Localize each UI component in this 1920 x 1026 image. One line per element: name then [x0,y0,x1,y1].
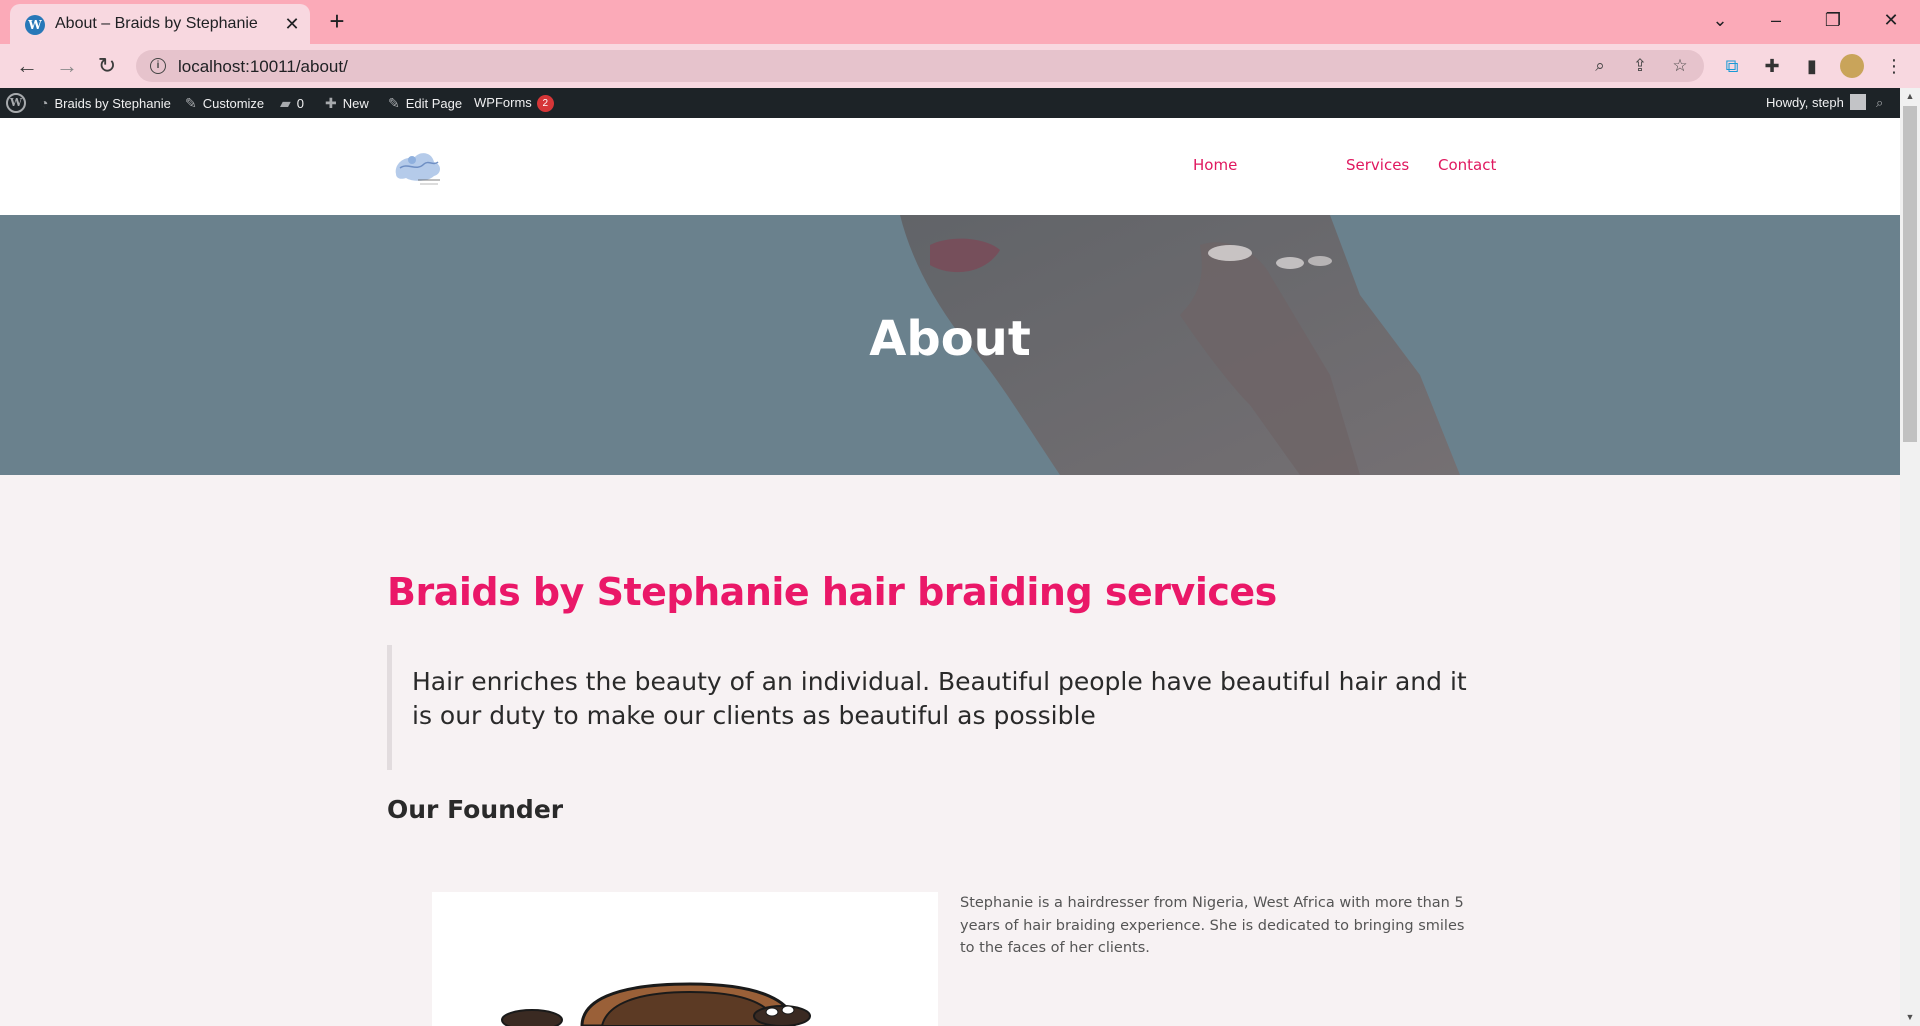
admin-bar-comments[interactable]: ▰ 0 [280,88,304,118]
wordpress-logo-icon[interactable]: W [6,93,26,113]
quote-text: Hair enriches the beauty of an individua… [412,667,1467,730]
admin-bar-wpforms[interactable]: WPForms 2 [474,88,554,118]
side-panel-icon[interactable]: ▮ [1800,54,1824,78]
browser-tab[interactable]: W About – Braids by Stephanie ✕ [10,4,310,44]
scroll-down-arrow-icon[interactable]: ▼ [1900,1009,1920,1026]
scrollbar-thumb[interactable] [1903,106,1917,442]
extensions-puzzle-icon[interactable]: ✚ [1760,54,1784,78]
zoom-icon[interactable]: ⌕ [1588,54,1612,78]
comment-icon: ▰ [280,95,291,111]
back-icon[interactable]: ← [13,52,41,80]
admin-bar-account[interactable]: Howdy, steph [1766,88,1866,118]
nav-contact[interactable]: Contact [1438,156,1496,174]
translate-extension-icon[interactable]: ⧉ [1720,54,1744,78]
user-avatar [1849,94,1866,110]
pencil-icon: ✎ [388,95,400,111]
main-content: Braids by Stephanie hair braiding servic… [0,475,1900,1026]
paintbrush-icon: ✎ [185,95,197,111]
plus-icon: ✚ [325,95,337,111]
page-heading: Braids by Stephanie hair braiding servic… [387,570,1277,614]
founder-illustration [432,892,938,1026]
forward-icon[interactable]: → [53,52,81,80]
restore-icon[interactable]: ❐ [1813,4,1853,36]
admin-bar-customize[interactable]: ✎ Customize [185,88,264,118]
wordpress-icon: W [25,15,45,35]
admin-bar-edit-page[interactable]: ✎ Edit Page [388,88,462,118]
close-window-icon[interactable]: ✕ [1871,4,1911,36]
reload-icon[interactable]: ↻ [93,52,121,80]
tab-search-icon[interactable]: ⌄ [1700,4,1740,36]
page-scrollbar[interactable]: ▲ ▼ [1900,88,1920,1026]
notification-badge: 2 [536,95,554,112]
admin-bar-new[interactable]: ✚ New [325,88,369,118]
founder-heading: Our Founder [387,795,564,824]
dashboard-icon: ◔ [40,95,49,111]
hero-banner: About [0,215,1900,475]
site-logo[interactable] [390,146,446,190]
pull-quote: Hair enriches the beauty of an individua… [387,645,1487,770]
site-header: Home Services Contact [0,118,1900,215]
menu-kebab-icon[interactable]: ⋮ [1882,54,1906,78]
search-icon[interactable]: ⌕ [1876,88,1883,118]
address-bar[interactable]: i localhost:10011/about/ ⌕ ⇪ ☆ [136,50,1704,82]
bookmark-star-icon[interactable]: ☆ [1668,54,1692,78]
wp-admin-bar: W ◔ Braids by Stephanie ✎ Customize ▰ 0 ✚ Ne… [0,88,1900,118]
share-icon[interactable]: ⇪ [1628,54,1652,78]
new-tab-icon[interactable]: + [322,6,352,36]
browser-tabstrip: W About – Braids by Stephanie ✕ + ⌄ – ❐ … [0,0,1920,44]
nav-home[interactable]: Home [1193,156,1237,174]
scroll-up-arrow-icon[interactable]: ▲ [1900,88,1920,105]
site-info-icon[interactable]: i [150,58,166,74]
nav-services[interactable]: Services [1346,156,1409,174]
minimize-icon[interactable]: – [1756,4,1796,36]
close-tab-icon[interactable]: ✕ [282,12,302,36]
url-text[interactable]: localhost:10011/about/ [178,57,348,77]
founder-bio: Stephanie is a hairdresser from Nigeria,… [960,895,1465,956]
profile-avatar-icon[interactable] [1840,54,1864,78]
admin-bar-site-name[interactable]: ◔ Braids by Stephanie [40,88,171,118]
browser-toolbar: ← → ↻ i localhost:10011/about/ ⌕ ⇪ ☆ ⧉ ✚… [0,44,1920,88]
tab-title: About – Braids by Stephanie [55,15,258,32]
hero-title: About [869,311,1031,367]
founder-cartoon-image [501,982,811,1026]
